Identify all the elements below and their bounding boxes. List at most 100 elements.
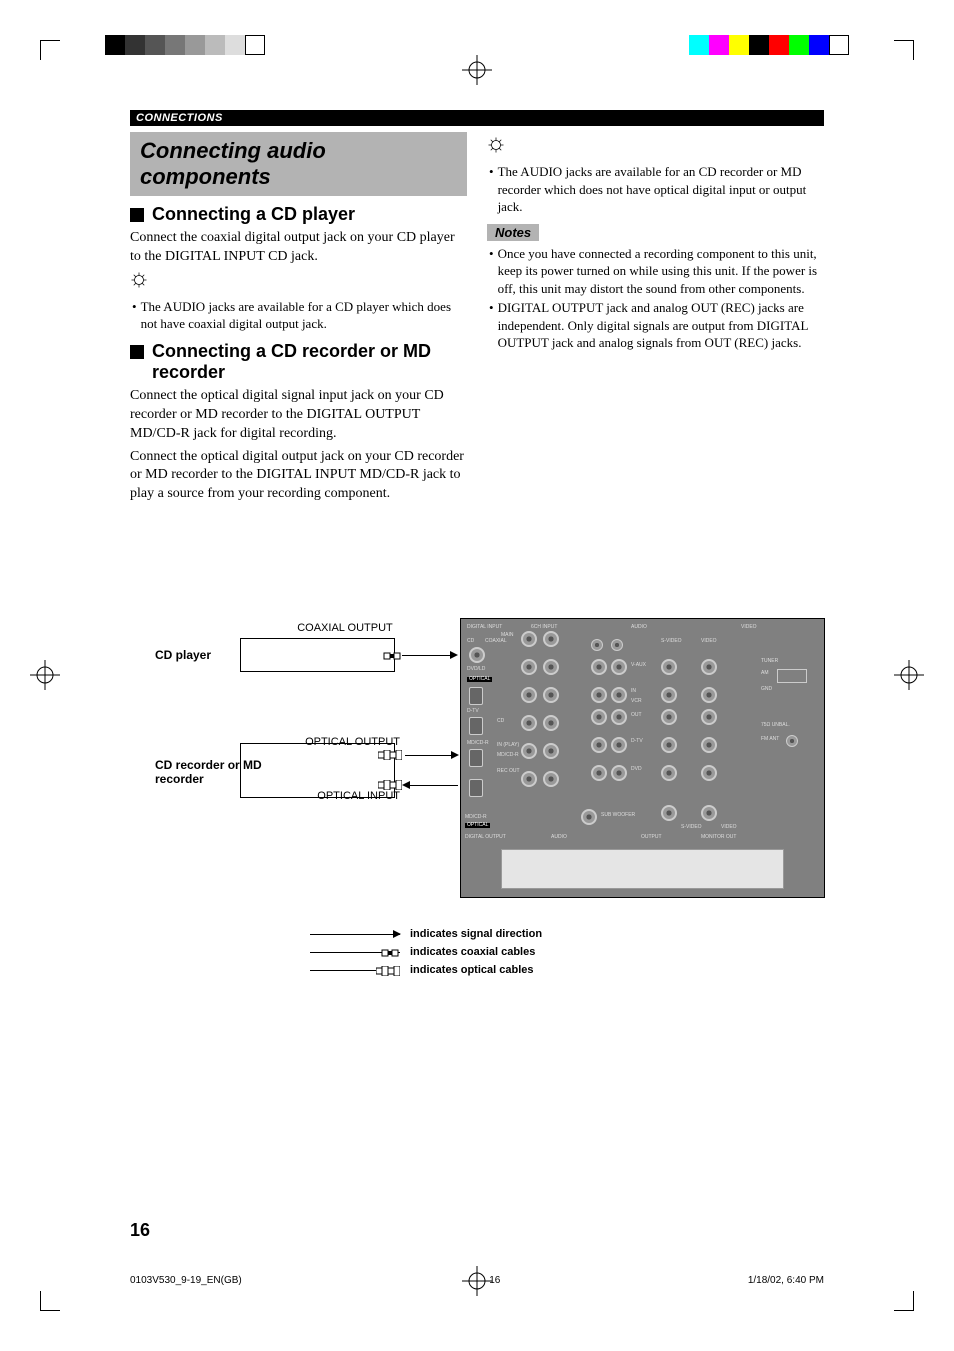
heading-cd-md: Connecting a CD recorder or MD recorder bbox=[130, 341, 467, 383]
jack-icon bbox=[611, 687, 627, 703]
panel-label: D-TV bbox=[467, 709, 479, 714]
panel-label: AUDIO bbox=[551, 835, 567, 840]
jack-icon bbox=[591, 639, 603, 651]
jack-icon bbox=[591, 737, 607, 753]
panel-label: REC OUT bbox=[497, 769, 520, 774]
jack-icon bbox=[469, 647, 485, 663]
colorbar-left bbox=[105, 35, 265, 55]
receiver-back-panel: DIGITAL INPUT CD COAXIAL DVD/LD OPTICAL … bbox=[460, 618, 825, 898]
panel-label: GND bbox=[761, 687, 772, 692]
jack-icon bbox=[581, 809, 597, 825]
panel-label: DVD/LD bbox=[467, 667, 485, 672]
jack-icon bbox=[611, 737, 627, 753]
heading-text: Connecting a CD player bbox=[152, 204, 355, 225]
body-text: Connect the coaxial digital output jack … bbox=[130, 229, 467, 267]
panel-base bbox=[501, 849, 784, 889]
registration-mark-icon bbox=[462, 55, 492, 85]
panel-label: 75Ω UNBAL. bbox=[761, 723, 790, 728]
body-text: Connect the optical digital signal input… bbox=[130, 387, 467, 444]
panel-label: OPTICAL bbox=[465, 823, 490, 828]
arrow-line bbox=[405, 755, 453, 756]
optical-jack-icon bbox=[469, 687, 483, 705]
jack-icon bbox=[611, 639, 623, 651]
arrow-head-icon bbox=[402, 781, 410, 789]
registration-mark-icon bbox=[30, 660, 60, 690]
footer-page: 16 bbox=[489, 1275, 500, 1286]
legend-row: indicates signal direction bbox=[130, 928, 824, 940]
optical-output-label: OPTICAL OUTPUT bbox=[280, 736, 400, 748]
panel-label: CD bbox=[497, 719, 504, 724]
jack-icon bbox=[701, 659, 717, 675]
jack-icon bbox=[543, 715, 559, 731]
panel-label: VIDEO bbox=[721, 825, 737, 830]
note-item: •Once you have connected a recording com… bbox=[487, 245, 824, 298]
registration-mark-icon bbox=[894, 660, 924, 690]
jack-icon bbox=[543, 687, 559, 703]
antenna-terminal-icon bbox=[777, 669, 807, 683]
panel-label: MD/CD-R bbox=[467, 741, 489, 746]
jack-icon bbox=[521, 631, 537, 647]
cd-player-box bbox=[240, 638, 395, 672]
panel-label: S-VIDEO bbox=[681, 825, 702, 830]
panel-label: IN (PLAY) bbox=[497, 743, 519, 748]
note-item: •DIGITAL OUTPUT jack and analog OUT (REC… bbox=[487, 299, 824, 352]
jack-icon bbox=[661, 687, 677, 703]
jack-icon bbox=[701, 765, 717, 781]
page-number: 16 bbox=[130, 1220, 150, 1241]
panel-label: SUB WOOFER bbox=[601, 813, 635, 818]
optical-plug-icon bbox=[378, 780, 402, 790]
jack-icon bbox=[701, 805, 717, 821]
panel-label: D-TV bbox=[631, 739, 643, 744]
jack-icon bbox=[611, 659, 627, 675]
panel-label: OUTPUT bbox=[641, 835, 662, 840]
jack-icon bbox=[661, 659, 677, 675]
print-footer: 0103V530_9-19_EN(GB) 16 1/18/02, 6:40 PM bbox=[130, 1275, 824, 1286]
arrow-head-icon bbox=[451, 751, 459, 759]
panel-label: TUNER bbox=[761, 659, 778, 664]
connection-diagram: CD player COAXIAL OUTPUT CD recorder or … bbox=[130, 618, 824, 908]
legend-text: indicates optical cables bbox=[410, 964, 534, 976]
panel-label: COAXIAL bbox=[485, 639, 507, 644]
tip-text: •The AUDIO jacks are available for an CD… bbox=[487, 163, 824, 216]
panel-label: S-VIDEO bbox=[661, 639, 682, 644]
optical-jack-icon bbox=[469, 779, 483, 797]
panel-label: AM bbox=[761, 671, 769, 676]
coax-plug-icon bbox=[382, 651, 402, 661]
notes-label: Notes bbox=[487, 224, 539, 241]
jack-icon bbox=[611, 709, 627, 725]
panel-label: DIGITAL OUTPUT bbox=[465, 835, 506, 840]
jack-icon bbox=[521, 715, 537, 731]
page-title: Connecting audio components bbox=[130, 132, 467, 196]
optical-input-label: OPTICAL INPUT bbox=[280, 790, 400, 802]
tip-text: •The AUDIO jacks are available for a CD … bbox=[130, 298, 467, 333]
tip-icon bbox=[487, 136, 824, 159]
jack-icon bbox=[543, 659, 559, 675]
panel-label: CD bbox=[467, 639, 474, 644]
panel-label: 6CH INPUT bbox=[531, 625, 557, 630]
panel-label: MD/CD-R bbox=[497, 753, 519, 758]
arrow-head-icon bbox=[450, 651, 458, 659]
jack-icon bbox=[701, 737, 717, 753]
legend-row: indicates optical cables bbox=[130, 964, 824, 976]
jack-icon bbox=[611, 765, 627, 781]
square-bullet-icon bbox=[130, 208, 144, 222]
jack-icon bbox=[591, 659, 607, 675]
coaxial-output-label: COAXIAL OUTPUT bbox=[285, 622, 405, 634]
jack-icon bbox=[661, 765, 677, 781]
jack-icon bbox=[591, 709, 607, 725]
legend-text: indicates coaxial cables bbox=[410, 946, 535, 958]
heading-text: Connecting a CD recorder or MD recorder bbox=[152, 341, 467, 383]
colorbar-right bbox=[689, 35, 849, 55]
crop-mark bbox=[894, 40, 914, 60]
arrow-line bbox=[410, 785, 458, 786]
panel-label: MAIN bbox=[501, 633, 514, 638]
panel-label: OPTICAL bbox=[467, 677, 492, 682]
panel-label: AUDIO bbox=[631, 625, 647, 630]
jack-icon bbox=[661, 737, 677, 753]
panel-label: DVD bbox=[631, 767, 642, 772]
optical-plug-icon bbox=[376, 966, 400, 976]
arrow-icon bbox=[393, 930, 401, 938]
heading-cd-player: Connecting a CD player bbox=[130, 204, 467, 225]
jack-icon bbox=[521, 743, 537, 759]
legend: indicates signal direction indicates coa… bbox=[130, 928, 824, 976]
